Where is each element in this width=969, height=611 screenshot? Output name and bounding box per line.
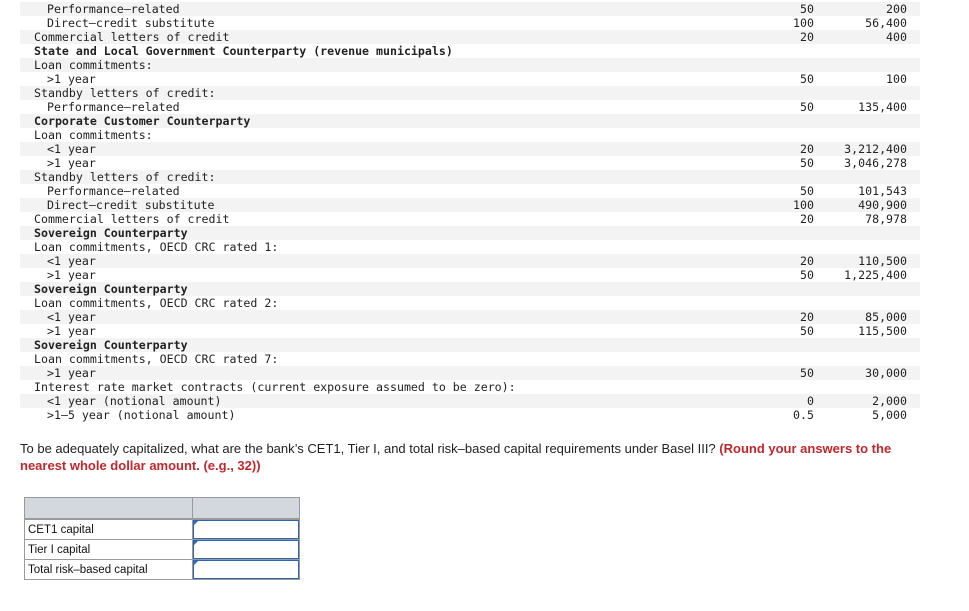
row-label: >1 year [47, 324, 96, 338]
table-row: Interest rate market contracts (current … [20, 380, 920, 394]
amount-value: 3,046,278 [844, 156, 907, 170]
row-label: Standby letters of credit: [34, 86, 216, 100]
table-row: Loan commitments, OECD CRC rated 7: [20, 352, 920, 366]
input-marker-icon [194, 541, 198, 545]
table-row: >1–5 year (notional amount) 0.5 5,000 [20, 408, 920, 422]
row-label: Performance–related [47, 2, 180, 16]
row-label: <1 year (notional amount) [47, 394, 222, 408]
table-row: Corporate Customer Counterparty [20, 114, 920, 128]
row-label: >1 year [47, 156, 96, 170]
row-label: Commercial letters of credit [34, 212, 230, 226]
amount-value: 101,543 [858, 184, 907, 198]
amount-value: 100 [886, 72, 907, 86]
tier1-capital-input[interactable] [193, 540, 299, 559]
section-heading: Sovereign Counterparty [34, 226, 188, 240]
row-label: <1 year [47, 254, 96, 268]
row-label: Standby letters of credit: [34, 170, 216, 184]
row-label: Interest rate market contracts (current … [34, 380, 516, 394]
row-label: <1 year [47, 310, 96, 324]
table-row: Performance–related 50 200 [20, 2, 920, 16]
table-row: Commercial letters of credit 20 78,978 [20, 212, 920, 226]
answer-row-total: Total risk–based capital [24, 559, 300, 580]
table-row: Standby letters of credit: [20, 86, 920, 100]
row-label: Performance–related [47, 100, 180, 114]
row-label: Loan commitments, OECD CRC rated 2: [34, 296, 279, 310]
amount-value: 1,225,400 [844, 268, 907, 282]
row-label: >1–5 year (notional amount) [47, 408, 236, 422]
table-row: <1 year (notional amount) 0 2,000 [20, 394, 920, 408]
cet1-capital-input[interactable] [193, 520, 299, 539]
answer-table-header [24, 497, 300, 519]
table-row: >1 year 50 100 [20, 72, 920, 86]
input-marker-icon [194, 561, 198, 565]
amount-value: 110,500 [858, 254, 907, 268]
row-label: Performance–related [47, 184, 180, 198]
amount-value: 135,400 [858, 100, 907, 114]
amount-value: 200 [886, 2, 907, 16]
question-text: To be adequately capitalized, what are t… [20, 440, 920, 474]
total-risk-based-capital-input[interactable] [193, 560, 299, 579]
table-row: Loan commitments: [20, 58, 920, 72]
row-label: Commercial letters of credit [34, 30, 230, 44]
table-row: <1 year 20 110,500 [20, 254, 920, 268]
table-row: State and Local Government Counterparty … [20, 44, 920, 58]
table-row: Loan commitments: [20, 128, 920, 142]
question-body: To be adequately capitalized, what are t… [20, 441, 720, 456]
table-row: >1 year 50 3,046,278 [20, 156, 920, 170]
section-heading: Sovereign Counterparty [34, 338, 188, 352]
table-row: Commercial letters of credit 20 400 [20, 30, 920, 44]
row-label: >1 year [47, 366, 96, 380]
answer-row-cet1: CET1 capital [24, 519, 300, 540]
amount-value: 85,000 [865, 310, 907, 324]
table-row: Performance–related 50 101,543 [20, 184, 920, 198]
table-row: Sovereign Counterparty [20, 226, 920, 240]
section-heading: Corporate Customer Counterparty [34, 114, 251, 128]
table-row: <1 year 20 3,212,400 [20, 142, 920, 156]
row-label: >1 year [47, 268, 96, 282]
input-marker-icon [194, 521, 198, 525]
table-row: Performance–related 50 135,400 [20, 100, 920, 114]
row-label: Loan commitments, OECD CRC rated 1: [34, 240, 279, 254]
table-row: Direct–credit substitute 100 490,900 [20, 198, 920, 212]
table-row: Loan commitments, OECD CRC rated 1: [20, 240, 920, 254]
table-row: <1 year 20 85,000 [20, 310, 920, 324]
table-row: Standby letters of credit: [20, 170, 920, 184]
amount-value: 400 [886, 30, 907, 44]
table-row: Sovereign Counterparty [20, 282, 920, 296]
answer-label-cet1: CET1 capital [24, 519, 193, 540]
amount-value: 490,900 [858, 198, 907, 212]
row-label: <1 year [47, 142, 96, 156]
row-label: Direct–credit substitute [47, 16, 215, 30]
section-heading: Sovereign Counterparty [34, 282, 188, 296]
amount-value: 3,212,400 [844, 142, 907, 156]
amount-value: 2,000 [872, 394, 907, 408]
table-row: >1 year 50 30,000 [20, 366, 920, 380]
table-row: >1 year 50 115,500 [20, 324, 920, 338]
exposure-table: Performance–related 50 200 Direct–credit su… [20, 2, 920, 422]
answer-label-total: Total risk–based capital [24, 559, 193, 580]
amount-value: 30,000 [865, 366, 907, 380]
answer-label-tier1: Tier I capital [24, 539, 193, 560]
row-label: Loan commitments: [34, 58, 153, 72]
table-row: >1 year 50 1,225,400 [20, 268, 920, 282]
amount-value: 56,400 [865, 16, 907, 30]
row-label: Loan commitments: [34, 128, 153, 142]
table-row: Direct–credit substitute 100 56,400 [20, 16, 920, 30]
header-cell-value [192, 497, 300, 519]
section-heading: State and Local Government Counterparty … [34, 44, 453, 58]
answer-row-tier1: Tier I capital [24, 539, 300, 560]
amount-value: 115,500 [858, 324, 907, 338]
amount-value: 5,000 [872, 408, 907, 422]
table-row: Sovereign Counterparty [20, 338, 920, 352]
row-label: >1 year [47, 72, 96, 86]
answer-table: CET1 capital Tier I capital Total risk–b… [24, 497, 300, 580]
row-label: Direct–credit substitute [47, 198, 215, 212]
row-label: Loan commitments, OECD CRC rated 7: [34, 352, 279, 366]
table-row: Loan commitments, OECD CRC rated 2: [20, 296, 920, 310]
amount-value: 78,978 [865, 212, 907, 226]
header-cell-label [24, 497, 193, 519]
